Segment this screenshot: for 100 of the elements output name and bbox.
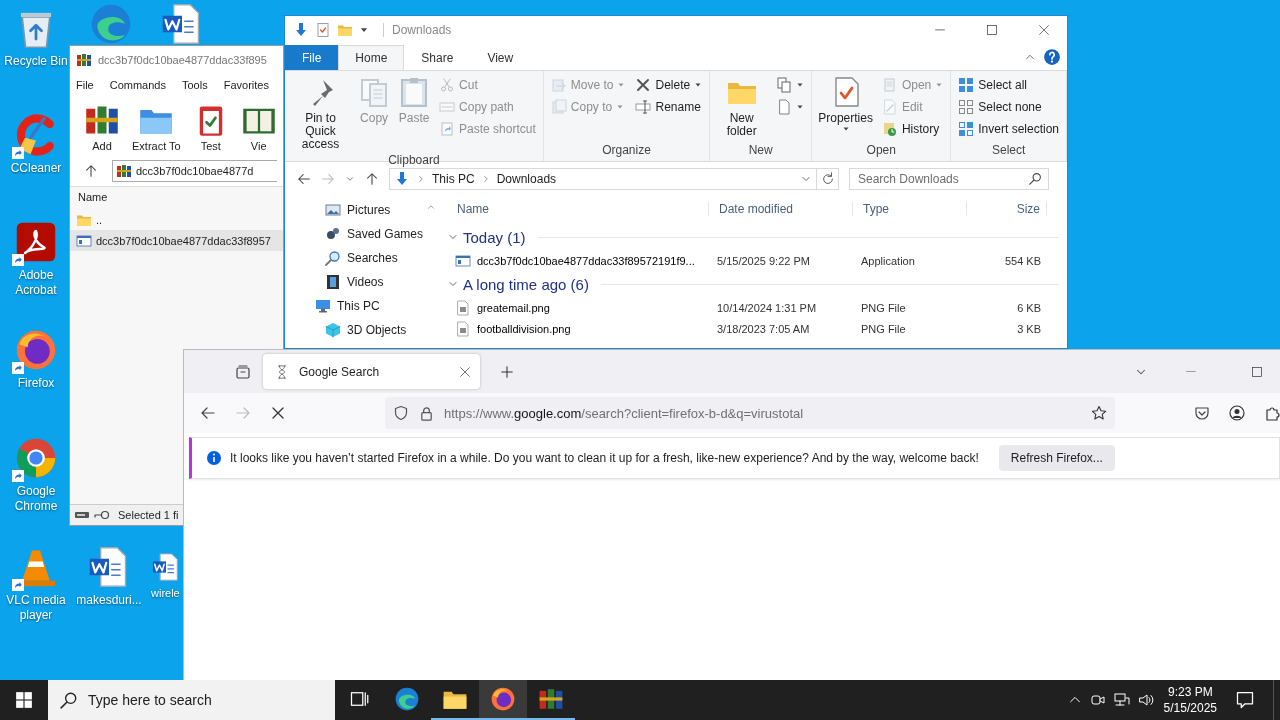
toolbar-button[interactable]: Test [192,102,229,152]
nav-item[interactable]: Pictures [285,198,423,222]
file-row[interactable]: .. [70,209,283,230]
menu-item[interactable]: Commands [109,79,166,91]
pocket-icon[interactable] [1194,405,1210,421]
image-file-icon [455,299,471,316]
refresh-button[interactable] [817,168,839,190]
column-header[interactable]: Date modified [709,202,853,216]
new-item-icon [776,77,793,93]
path-field[interactable]: dcc3b7f0dc10bae4877d [112,160,277,182]
camera-icon[interactable] [1089,692,1106,708]
address-bar[interactable]: This PC Downloads [389,168,817,190]
group-label: Clipboard [387,153,441,167]
shortcut-arrow-icon [12,579,24,591]
account-icon[interactable] [1229,405,1245,421]
shortcut-arrow-icon [12,470,24,482]
date-cell-text: 10/14/2024 1:31 PM [716,301,818,314]
taskbar-button[interactable] [479,680,527,720]
menu-item[interactable]: File [76,79,94,91]
tab-list-icon[interactable] [235,363,251,380]
ribbon-button[interactable]: Delete [632,74,706,96]
help-icon[interactable] [1043,48,1061,66]
refresh-firefox-button[interactable]: Refresh Firefox... [998,445,1115,471]
down-arrow-icon [293,22,309,38]
ribbon-tab[interactable]: File [285,45,339,70]
caret-icon [796,103,805,111]
nav-item[interactable]: Saved Games [285,222,423,246]
file-name[interactable]: footballdivision.png [447,320,709,337]
ribbon-tab[interactable]: Share [404,45,471,70]
edge-icon [89,2,133,46]
ribbon-button[interactable]: New folder [714,74,770,143]
invert-selection-icon [958,121,975,137]
books-icon [116,163,132,179]
shortcut-arrow-icon [12,362,24,374]
search-icon [1029,172,1042,185]
menu-item[interactable]: Favorites [223,79,269,91]
toolbar-button[interactable]: Extract To [132,102,181,152]
delete-icon [635,77,652,93]
down-arrow-icon [394,171,410,187]
ribbon-tab[interactable]: Home [338,45,405,70]
page-icon [776,99,793,115]
nav-item[interactable]: 3D Objects [285,318,423,342]
firefox-icon [14,328,58,372]
ribbon-button[interactable]: Invert selection [955,118,1062,140]
nav-item[interactable]: Searches [285,246,423,270]
nav-item[interactable]: This PC [285,294,423,318]
nav-item[interactable]: Videos [285,270,423,294]
caret-icon [616,103,625,111]
menu-item[interactable]: Tools [182,79,208,91]
type-cell-text: PNG File [860,322,907,335]
network-icon[interactable] [1113,692,1130,708]
window-title: dcc3b7f0dc10bae4877ddac33f895 [98,54,267,66]
notification-text: It looks like you haven’t started Firefox in a while. Do you want to clean it up for a fresh, like-new experience? And by the way, welcome back! [230,451,979,465]
stop-icon[interactable] [270,405,286,421]
ribbon-tab[interactable]: View [470,45,531,70]
ribbon-button[interactable]: Pin to Quick access [289,74,353,153]
plus-icon[interactable] [500,364,514,379]
up-arrow-icon[interactable] [84,164,98,178]
file-name[interactable]: greatemail.png [447,299,709,316]
chrome-icon [14,436,58,480]
clock[interactable]: 9:23 PM 5/15/2025 [1163,684,1217,716]
star-icon[interactable] [1091,405,1107,421]
toolbar-button[interactable]: Add [84,102,120,152]
close-icon[interactable] [458,364,472,379]
select-all-icon [958,77,975,93]
group-label: Open [865,143,897,159]
search-icon [60,691,78,709]
search-field[interactable]: Type here to search [48,680,335,720]
chevron-down-icon[interactable] [345,174,355,184]
ribbon-button[interactable]: Select none [955,96,1062,118]
maximize-icon [985,23,999,37]
column-header[interactable]: Name [70,187,283,209]
checklist-icon[interactable] [315,22,331,38]
chevron-right-icon [416,174,426,184]
size-cell-text: 3 KB [1016,322,1042,335]
url-bar[interactable]: https://www.google.com/search?client=firefox-b-d&q=virustotal [385,397,1115,429]
ribbon-button[interactable]: Properties [816,74,875,143]
puzzle-icon[interactable] [1264,405,1280,421]
cube-icon [325,322,341,338]
column-header[interactable]: Name [447,202,709,216]
select-none-icon [958,99,975,115]
back-arrow-icon[interactable] [297,172,311,186]
ribbon-button[interactable]: Rename [632,96,706,118]
browser-tab[interactable]: Google Search [263,354,480,389]
toolbar-button[interactable]: Vie [240,102,277,152]
ribbon-button[interactable]: Select all [955,74,1062,96]
notifications-icon[interactable] [1235,690,1255,710]
file-name[interactable]: dcc3b7f0dc10bae4877ddac33f89572191f9... [447,252,709,269]
picture-icon [325,202,341,218]
search-field[interactable]: Search Downloads [849,168,1049,190]
back-arrow-icon[interactable] [200,405,216,421]
ribbon-button[interactable]: History [878,118,947,140]
column-header[interactable]: Type [853,202,967,216]
computer-icon [315,298,331,314]
speaker-icon[interactable] [1137,692,1154,708]
up-arrow-icon[interactable] [365,172,379,186]
window-title: Downloads [383,23,452,37]
file-row[interactable]: dcc3b7f0dc10bae4877ddac33f8957 [70,230,283,251]
column-header[interactable]: Size [967,202,1047,216]
group-label: Organize [601,143,652,159]
